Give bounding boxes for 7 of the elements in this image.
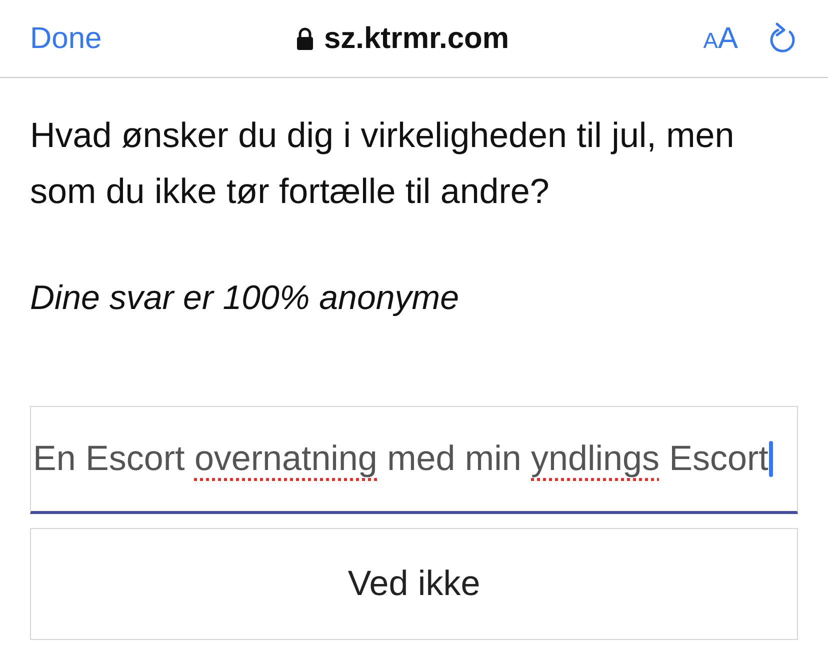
done-link[interactable]: Done xyxy=(30,22,102,56)
url-text[interactable]: sz.ktrmr.com xyxy=(324,22,510,56)
anonymity-note: Dine svar er 100% anonyme xyxy=(30,278,460,319)
answer-field[interactable]: En Escort overnatning med min yndlings Escort xyxy=(30,406,798,514)
dont-know-button[interactable]: Ved ikke xyxy=(30,528,798,640)
text-size-button[interactable]: AA xyxy=(703,22,738,56)
question-text: Hvad ønsker du dig i virkeligheden til jul, men som du ikke tør fortælle til andre? xyxy=(30,115,736,213)
